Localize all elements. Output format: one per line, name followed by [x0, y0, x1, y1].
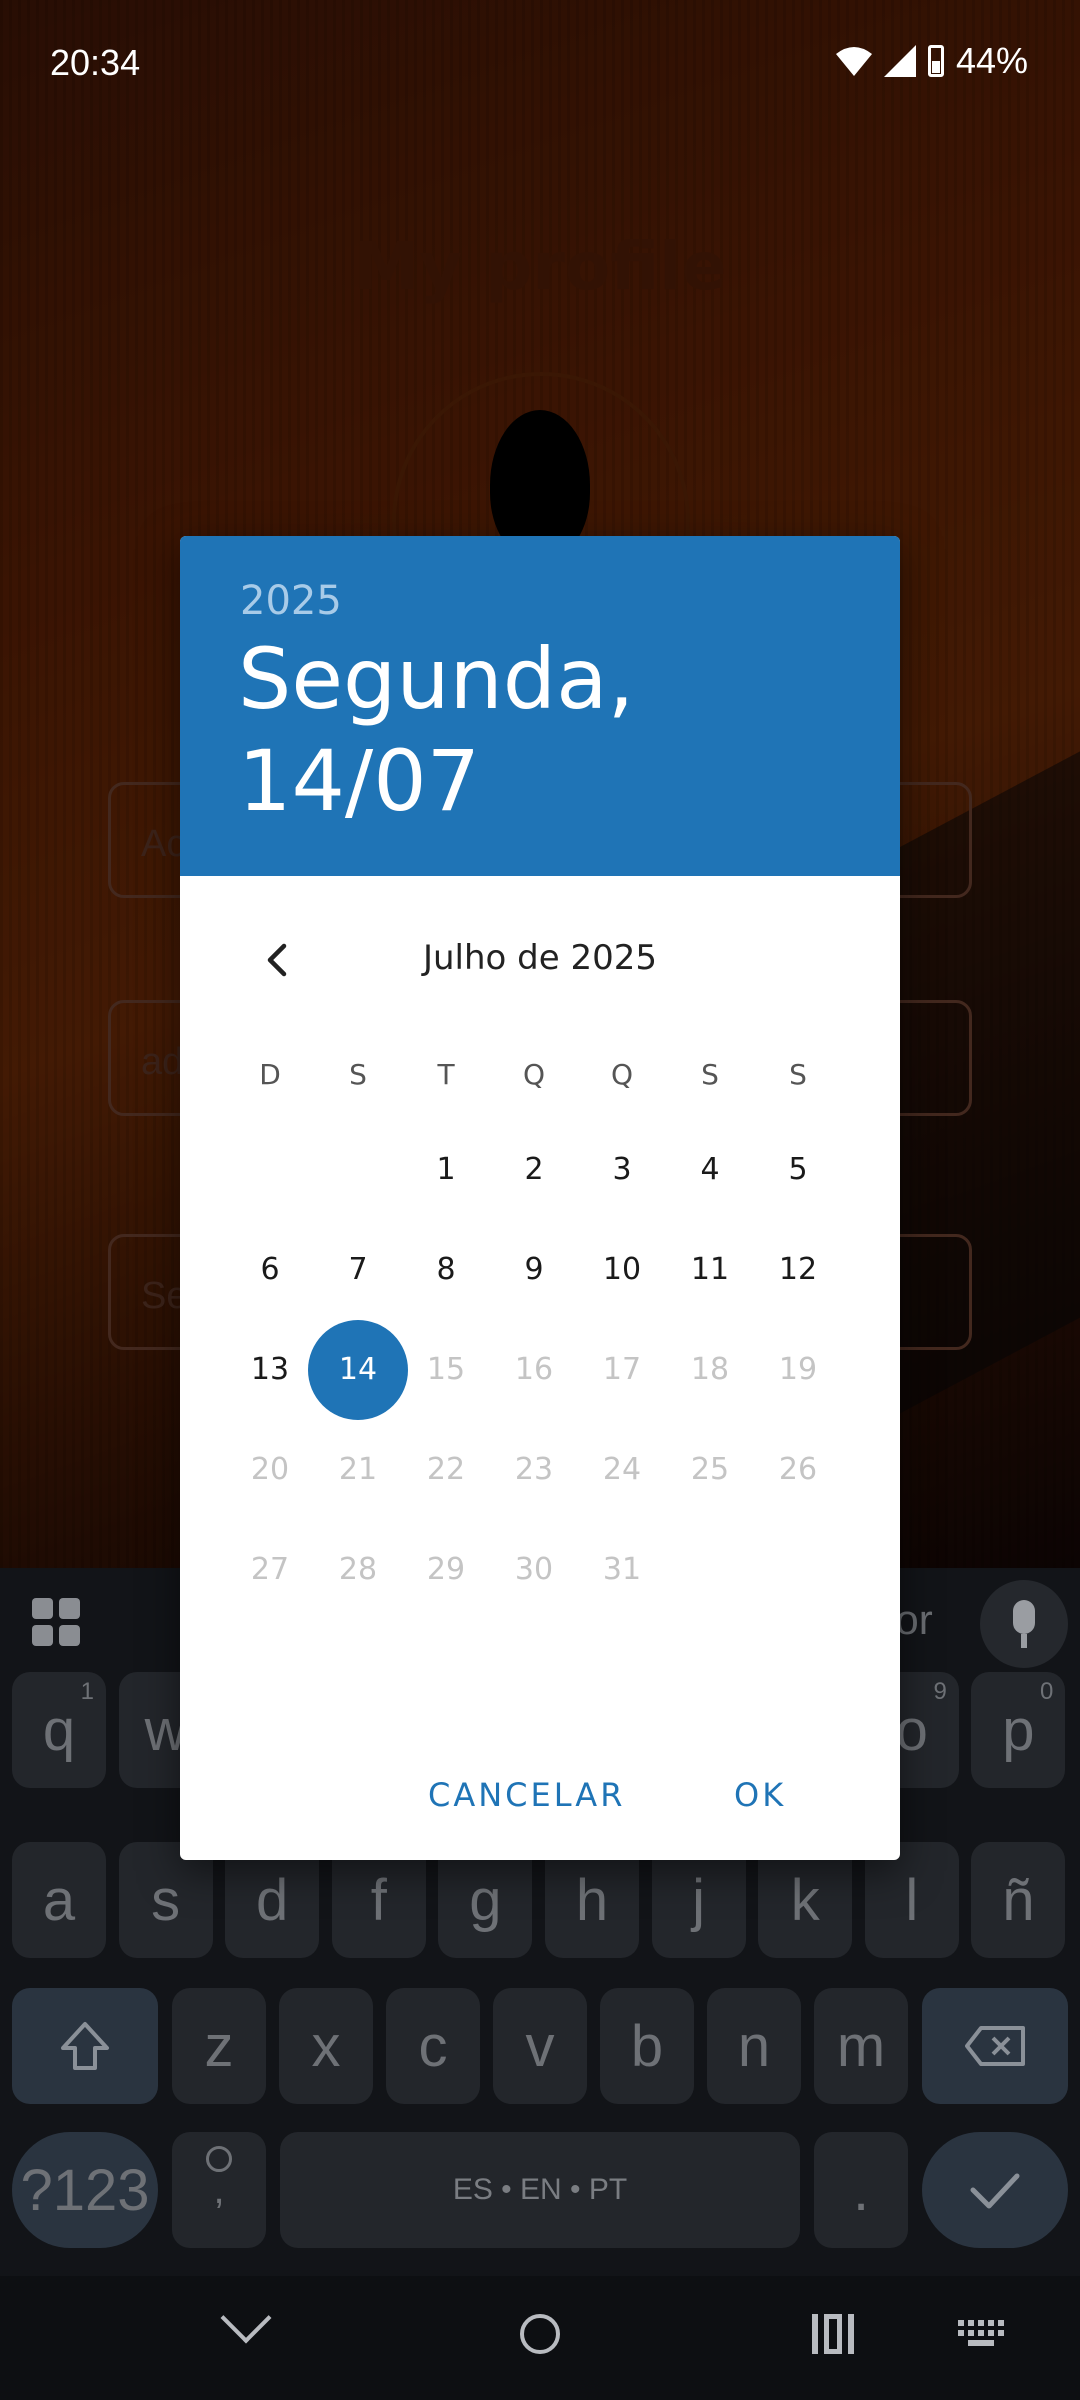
- checkmark-icon: [970, 2173, 1020, 2209]
- symbols-key[interactable]: ?123: [12, 2132, 158, 2248]
- shift-arrow-icon: [61, 2022, 109, 2070]
- calendar-day: 29: [426, 1552, 466, 1587]
- calendar-day: 23: [514, 1452, 554, 1487]
- key-o-hint: 9: [933, 1678, 947, 1705]
- key-v-label: v: [525, 2013, 555, 2079]
- calendar-day: 27: [250, 1552, 290, 1587]
- key-d-label: d: [256, 1867, 289, 1933]
- calendar-day: 20: [250, 1452, 290, 1487]
- calendar-day[interactable]: 3: [578, 1120, 666, 1220]
- calendar-day[interactable]: 10: [578, 1220, 666, 1320]
- symbols-key-label: ?123: [20, 2157, 150, 2223]
- shift-key[interactable]: [12, 1988, 158, 2104]
- nav-recents-icon[interactable]: [812, 2314, 854, 2354]
- key-v[interactable]: v: [493, 1988, 587, 2104]
- calendar-day[interactable]: 11: [666, 1220, 754, 1320]
- key-z[interactable]: z: [172, 1988, 266, 2104]
- wifi-icon: [835, 47, 872, 76]
- calendar-day[interactable]: 13: [226, 1320, 314, 1420]
- key-o-label: o: [895, 1697, 928, 1763]
- enter-key[interactable]: [922, 2132, 1068, 2248]
- calendar-day: 19: [778, 1352, 818, 1387]
- calendar-day: 26: [778, 1452, 818, 1487]
- key-h-label: h: [575, 1867, 609, 1933]
- apps-grid-icon[interactable]: [32, 1598, 82, 1648]
- key-b-label: b: [630, 2013, 664, 2079]
- key-g-label: g: [469, 1867, 502, 1933]
- calendar-day[interactable]: 2: [490, 1120, 578, 1220]
- key-a[interactable]: a: [12, 1842, 106, 1958]
- key-p-label: p: [1002, 1697, 1035, 1763]
- nav-back-chevron-icon[interactable]: [220, 2292, 272, 2344]
- battery-icon: [927, 45, 944, 77]
- calendar-day[interactable]: 4: [666, 1120, 754, 1220]
- key-q-label: q: [42, 1697, 76, 1763]
- key-a-label: a: [42, 1867, 76, 1933]
- key-ñ[interactable]: ñ: [971, 1842, 1066, 1958]
- key-x-label: x: [311, 2013, 341, 2079]
- backspace-key[interactable]: [922, 1988, 1068, 2104]
- battery-percent: 44%: [955, 40, 1028, 81]
- nav-home-icon[interactable]: [520, 2314, 560, 2354]
- calendar-day: 24: [602, 1452, 642, 1487]
- calendar-day: 22: [426, 1452, 466, 1487]
- status-time: 20:34: [50, 42, 141, 83]
- calendar-day: 31: [602, 1552, 642, 1587]
- key-p[interactable]: p0: [971, 1672, 1066, 1788]
- key-x[interactable]: x: [279, 1988, 373, 2104]
- period-key-label: .: [852, 2157, 870, 2223]
- key-m-label: m: [836, 2013, 886, 2079]
- key-n[interactable]: n: [707, 1988, 801, 2104]
- key-m[interactable]: m: [814, 1988, 908, 2104]
- key-j-label: j: [692, 1867, 706, 1933]
- emoji-icon: [206, 2146, 232, 2172]
- key-p-hint: 0: [1040, 1678, 1054, 1705]
- calendar-day: 30: [514, 1552, 554, 1587]
- date-picker-dialog: 2025 Segunda, 14/07 Julho de 2025 DSTQQS…: [180, 536, 900, 1860]
- calendar-day[interactable]: 1: [402, 1120, 490, 1220]
- key-z-label: z: [204, 2013, 234, 2079]
- key-q[interactable]: q1: [12, 1672, 106, 1788]
- calendar-day: 28: [338, 1552, 378, 1587]
- period-key[interactable]: .: [814, 2132, 908, 2248]
- key-n-label: n: [737, 2013, 771, 2079]
- calendar-grid: 1 2 3 4 5 6 7 8 9 10 11 12 13 14 15 16 17 18 19 20 21 22 23 24 2…: [180, 536, 900, 1860]
- keyboard-switch-icon[interactable]: [958, 2320, 1004, 2348]
- space-bar-label: ES • EN • PT: [452, 2173, 628, 2206]
- key-k-label: k: [790, 1867, 820, 1933]
- calendar-day[interactable]: 7: [314, 1220, 402, 1320]
- emoji-comma-key-label: ,: [213, 2167, 225, 2212]
- key-f-label: f: [370, 1867, 387, 1933]
- calendar-day: 21: [338, 1452, 378, 1487]
- calendar-day: 16: [514, 1352, 554, 1387]
- space-bar[interactable]: ES • EN • PT: [280, 2132, 800, 2248]
- calendar-day[interactable]: 12: [754, 1220, 842, 1320]
- key-ñ-label: ñ: [1002, 1867, 1035, 1933]
- signal-icon: [883, 45, 916, 77]
- backspace-icon: [965, 2026, 1025, 2066]
- calendar-day[interactable]: 8: [402, 1220, 490, 1320]
- key-c-label: c: [418, 2013, 448, 2079]
- calendar-day-selected[interactable]: 14: [308, 1320, 408, 1420]
- key-q-hint: 1: [80, 1678, 94, 1705]
- microphone-icon[interactable]: [980, 1580, 1068, 1668]
- status-icons: 44%: [835, 40, 1028, 82]
- key-c[interactable]: c: [386, 1988, 480, 2104]
- emoji-comma-key[interactable]: ,: [172, 2132, 266, 2248]
- key-s-label: s: [151, 1867, 181, 1933]
- status-bar: 20:34 44%: [0, 0, 1080, 120]
- calendar-day: 25: [690, 1452, 730, 1487]
- navigation-bar: [0, 2276, 1080, 2400]
- calendar-day[interactable]: 9: [490, 1220, 578, 1320]
- calendar-day: 15: [426, 1352, 466, 1387]
- calendar-day: 17: [602, 1352, 642, 1387]
- calendar-day[interactable]: 6: [226, 1220, 314, 1320]
- key-b[interactable]: b: [600, 1988, 694, 2104]
- calendar-day[interactable]: 5: [754, 1120, 842, 1220]
- calendar-day: 18: [690, 1352, 730, 1387]
- key-l-label: l: [905, 1867, 919, 1933]
